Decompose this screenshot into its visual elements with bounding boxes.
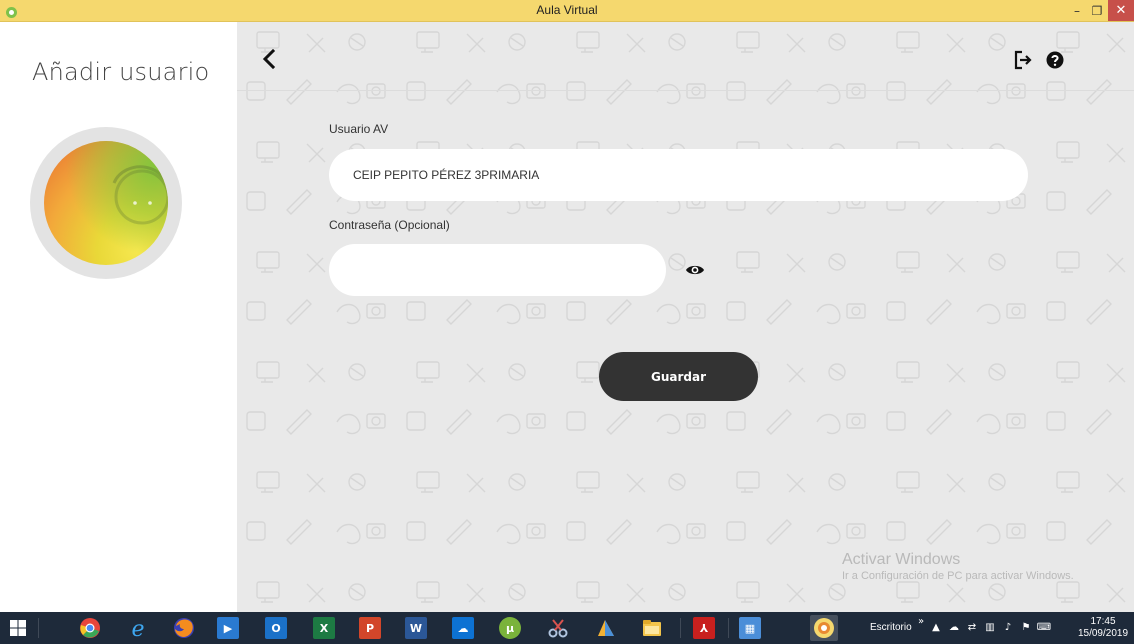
toolbar-overflow-button[interactable]: » xyxy=(918,616,924,627)
taskbar-firefox[interactable] xyxy=(170,615,198,641)
taskbar-media-player[interactable]: ▶ xyxy=(214,615,242,641)
show-password-button[interactable] xyxy=(684,260,706,280)
taskbar-separator xyxy=(680,618,681,638)
watermark-title: Activar Windows xyxy=(842,551,961,568)
taskbar-acrobat-reader[interactable]: ⅄ xyxy=(690,615,718,641)
main-content: Usuario AV Contraseña (Opcional) Guardar… xyxy=(237,22,1134,612)
close-button[interactable]: ✕ xyxy=(1108,0,1134,21)
minimize-button[interactable]: – xyxy=(1066,0,1088,21)
avatar[interactable] xyxy=(44,141,168,265)
taskbar-separator xyxy=(38,618,39,638)
firefox-icon xyxy=(174,618,194,638)
taskbar: e ▶ O X P W ☁ µ ⅄ ▦ Escritorio » ▲ ☁ ⇄ ▥… xyxy=(0,612,1134,644)
paint-icon xyxy=(598,620,614,636)
taskbar-onedrive[interactable]: ☁ xyxy=(449,615,477,641)
svg-text:e: e xyxy=(131,617,144,639)
taskbar-aula-virtual[interactable] xyxy=(810,615,838,641)
powerpoint-icon: P xyxy=(359,617,381,639)
taskbar-chrome[interactable] xyxy=(76,615,104,641)
page-title: Añadir usuario xyxy=(32,58,210,86)
watermark-subtitle: Ir a Configuración de PC para activar Wi… xyxy=(842,570,1074,582)
user-input[interactable] xyxy=(329,149,1028,201)
password-field-label: Contraseña (Opcional) xyxy=(329,218,450,232)
chevron-left-icon xyxy=(262,49,276,69)
taskbar-paint[interactable] xyxy=(592,615,620,641)
logout-button[interactable] xyxy=(1012,48,1034,72)
tray-network-adapter-icon[interactable]: ⇄ xyxy=(966,621,978,633)
clock-time: 17:45 xyxy=(1090,616,1116,627)
tray-network-icon[interactable]: ▥ xyxy=(984,621,996,633)
tray-expand-icon[interactable]: ▲ xyxy=(930,621,942,633)
taskbar-remote-desktop[interactable]: ▦ xyxy=(736,615,764,641)
utorrent-icon: µ xyxy=(499,617,521,639)
acrobat-icon: ⅄ xyxy=(693,617,715,639)
desktop-toolbar-label[interactable]: Escritorio xyxy=(870,622,912,633)
outlook-icon: O xyxy=(265,617,287,639)
scissors-icon xyxy=(548,619,568,638)
taskbar-outlook[interactable]: O xyxy=(262,615,290,641)
taskbar-word[interactable]: W xyxy=(402,615,430,641)
left-panel: Añadir usuario xyxy=(0,22,237,612)
taskbar-separator xyxy=(728,618,729,638)
help-button[interactable] xyxy=(1044,48,1066,72)
eye-icon xyxy=(686,265,704,275)
onedrive-icon: ☁ xyxy=(452,617,474,639)
tray-onedrive-icon[interactable]: ☁ xyxy=(948,621,960,633)
excel-icon: X xyxy=(313,617,335,639)
start-button[interactable] xyxy=(4,615,32,641)
activation-watermark: Activar Windows Ir a Configuración de PC… xyxy=(842,551,1074,582)
header-divider xyxy=(237,90,1134,91)
taskbar-internet-explorer[interactable]: e xyxy=(124,615,152,641)
remote-desktop-icon: ▦ xyxy=(739,617,761,639)
logout-icon xyxy=(1014,50,1032,70)
window-title: Aula Virtual xyxy=(536,3,598,17)
tray-volume-icon[interactable]: ♪ xyxy=(1002,621,1014,633)
taskbar-clock[interactable]: 17:45 15/09/2019 xyxy=(1074,616,1132,640)
folder-icon xyxy=(643,620,661,636)
back-button[interactable] xyxy=(257,46,281,72)
taskbar-powerpoint[interactable]: P xyxy=(356,615,384,641)
save-button[interactable]: Guardar xyxy=(599,352,758,401)
taskbar-snipping-tool[interactable] xyxy=(544,615,572,641)
taskbar-excel[interactable]: X xyxy=(310,615,338,641)
window-titlebar[interactable]: Aula Virtual – ❐ ✕ xyxy=(0,0,1134,22)
user-field-label: Usuario AV xyxy=(329,122,389,136)
word-icon: W xyxy=(405,617,427,639)
aula-virtual-icon xyxy=(814,618,834,638)
internet-explorer-icon: e xyxy=(131,617,144,639)
windows-logo-icon xyxy=(10,620,26,636)
tray-action-center-icon[interactable]: ⚑ xyxy=(1020,621,1032,633)
taskbar-utorrent[interactable]: µ xyxy=(496,615,524,641)
restore-button[interactable]: ❐ xyxy=(1086,0,1108,21)
media-player-icon: ▶ xyxy=(217,617,239,639)
chrome-icon xyxy=(80,618,100,638)
avatar-ring xyxy=(30,127,182,279)
help-circle-icon xyxy=(1046,51,1064,69)
taskbar-file-explorer[interactable] xyxy=(638,615,666,641)
clock-date: 15/09/2019 xyxy=(1077,628,1129,639)
password-input[interactable] xyxy=(329,244,666,296)
tray-keyboard-icon[interactable]: ⌨ xyxy=(1037,621,1051,633)
smiley-face-icon xyxy=(112,165,168,225)
